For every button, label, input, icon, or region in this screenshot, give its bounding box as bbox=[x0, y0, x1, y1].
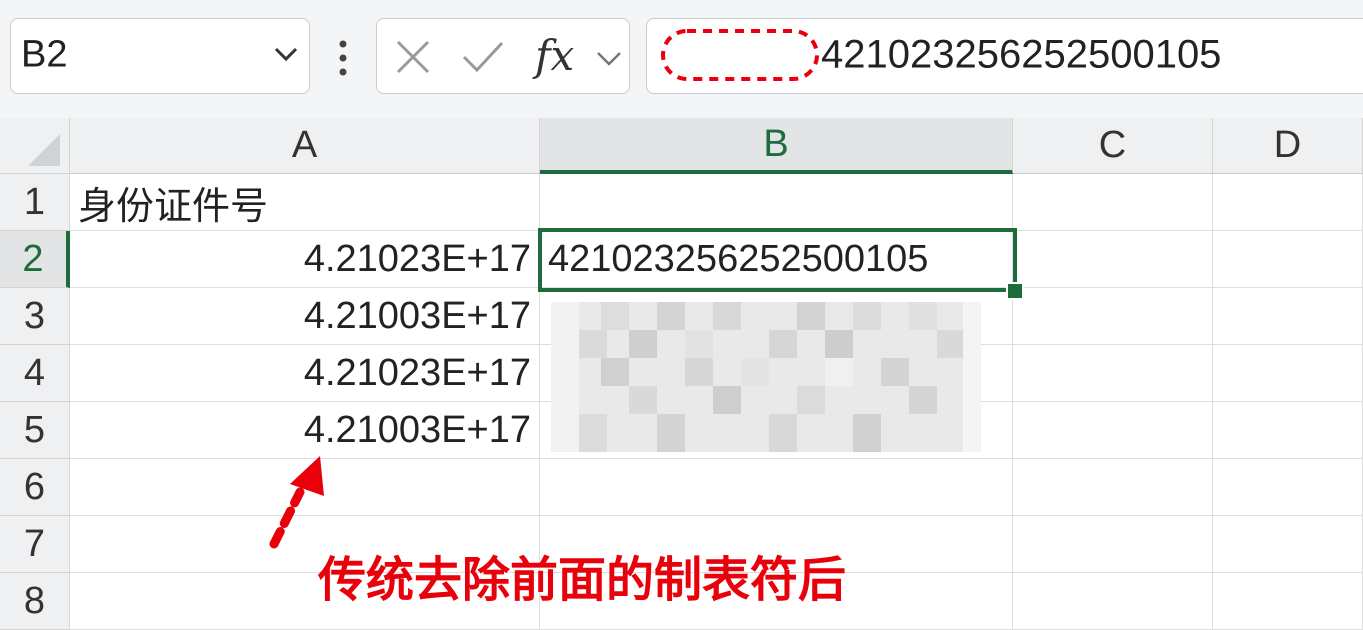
column-header-c[interactable]: C bbox=[1013, 118, 1213, 174]
cell-a2[interactable]: 4.21023E+17 bbox=[70, 231, 540, 288]
cell-c7[interactable] bbox=[1013, 516, 1213, 573]
insert-function-icon[interactable]: fx bbox=[535, 31, 574, 80]
corner-triangle-icon bbox=[28, 134, 60, 166]
row-header-6[interactable]: 6 bbox=[0, 459, 70, 516]
name-box[interactable]: B2 bbox=[10, 18, 310, 94]
cell-a3[interactable]: 4.21003E+17 bbox=[70, 288, 540, 345]
row-header-4[interactable]: 4 bbox=[0, 345, 70, 402]
formula-value[interactable]: 421023256252500105 bbox=[821, 33, 1221, 78]
cell-c5[interactable] bbox=[1013, 402, 1213, 459]
cell-d1[interactable] bbox=[1213, 174, 1363, 231]
cell-d2[interactable] bbox=[1213, 231, 1363, 288]
column-header-b[interactable]: B bbox=[540, 118, 1013, 174]
column-header-d[interactable]: D bbox=[1213, 118, 1363, 174]
active-cell-border bbox=[538, 228, 1017, 292]
cell-d8[interactable] bbox=[1213, 573, 1363, 630]
row-header-8[interactable]: 8 bbox=[0, 573, 70, 630]
cell-d5[interactable] bbox=[1213, 402, 1363, 459]
cell-d7[interactable] bbox=[1213, 516, 1363, 573]
pixelated-redaction bbox=[551, 302, 981, 452]
cell-b1[interactable] bbox=[540, 174, 1013, 231]
cell-c6[interactable] bbox=[1013, 459, 1213, 516]
more-options-icon[interactable] bbox=[335, 38, 351, 78]
name-box-value[interactable]: B2 bbox=[21, 34, 67, 77]
cell-a1[interactable]: 身份证件号 bbox=[70, 174, 540, 231]
cell-a4[interactable]: 4.21023E+17 bbox=[70, 345, 540, 402]
cancel-icon[interactable] bbox=[395, 39, 431, 75]
fill-handle[interactable] bbox=[1006, 282, 1024, 300]
row-header-3[interactable]: 3 bbox=[0, 288, 70, 345]
annotation-text: 传统去除前面的制表符后 bbox=[318, 552, 847, 608]
select-all-corner[interactable] bbox=[0, 118, 70, 174]
row-header-1[interactable]: 1 bbox=[0, 174, 70, 231]
cell-c4[interactable] bbox=[1013, 345, 1213, 402]
cell-d3[interactable] bbox=[1213, 288, 1363, 345]
cell-c8[interactable] bbox=[1013, 573, 1213, 630]
row-header-7[interactable]: 7 bbox=[0, 516, 70, 573]
row-header-5[interactable]: 5 bbox=[0, 402, 70, 459]
cell-c2[interactable] bbox=[1013, 231, 1213, 288]
cell-c3[interactable] bbox=[1013, 288, 1213, 345]
cell-b6[interactable] bbox=[540, 459, 1013, 516]
chevron-down-icon[interactable] bbox=[595, 49, 623, 69]
row-header-2[interactable]: 2 bbox=[0, 231, 70, 288]
cell-d6[interactable] bbox=[1213, 459, 1363, 516]
formula-bar: B2 fx 421023256252500105 bbox=[0, 0, 1363, 118]
column-header-a[interactable]: A bbox=[70, 118, 540, 174]
highlight-oval bbox=[661, 29, 819, 81]
cell-a5[interactable]: 4.21003E+17 bbox=[70, 402, 540, 459]
confirm-icon[interactable] bbox=[461, 39, 505, 75]
chevron-down-icon[interactable] bbox=[271, 39, 301, 69]
cell-c1[interactable] bbox=[1013, 174, 1213, 231]
annotation-arrow bbox=[269, 456, 324, 549]
formula-actions: fx bbox=[376, 18, 630, 94]
cell-d4[interactable] bbox=[1213, 345, 1363, 402]
